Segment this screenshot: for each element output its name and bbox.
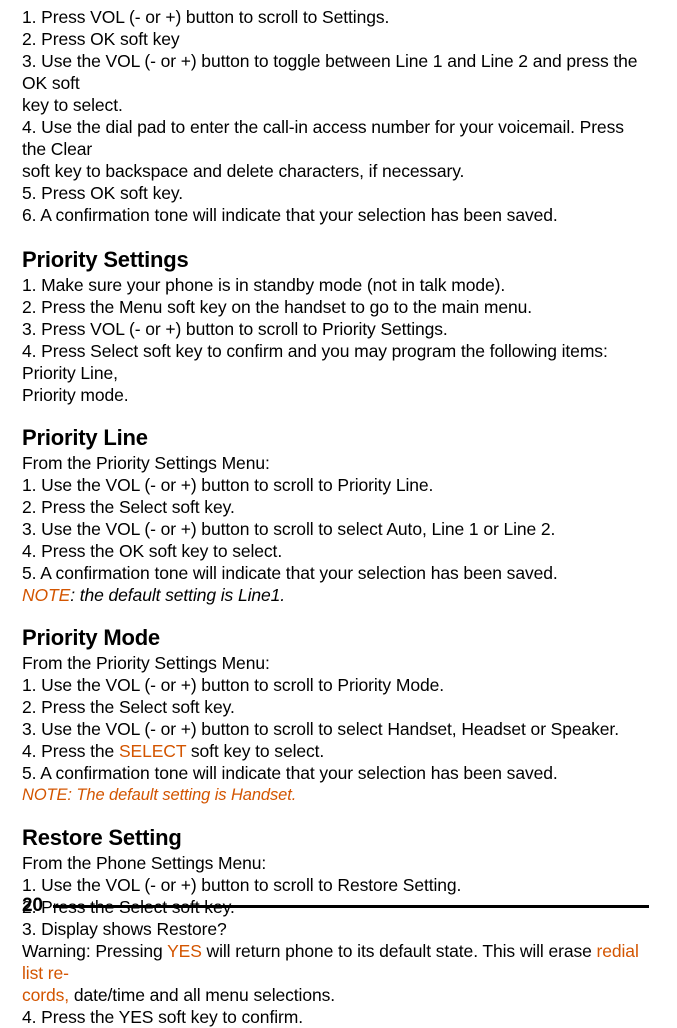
intro-step-3b: key to select. <box>22 94 649 116</box>
restore-step-3: 3. Display shows Restore? <box>22 918 649 940</box>
restore-step-4: 4. Press the YES soft key to confirm. <box>22 1006 649 1028</box>
priority-line-step-3: 3. Use the VOL (- or +) button to scroll… <box>22 518 649 540</box>
priority-line-step-4: 4. Press the OK soft key to select. <box>22 540 649 562</box>
restore-sub: From the Phone Settings Menu: <box>22 852 649 874</box>
page-footer: 20 <box>22 895 649 917</box>
heading-priority-settings: Priority Settings <box>22 246 649 274</box>
priority-settings-step-2: 2. Press the Menu soft key on the handse… <box>22 296 649 318</box>
intro-step-4a: 4. Use the dial pad to enter the call-in… <box>22 116 649 160</box>
priority-line-step-5: 5. A confirmation tone will indicate tha… <box>22 562 649 584</box>
priority-settings-step-4b: Priority mode. <box>22 384 649 406</box>
restore-step-1: 1. Use the VOL (- or +) button to scroll… <box>22 874 649 896</box>
heading-priority-mode: Priority Mode <box>22 624 649 652</box>
intro-step-3a: 3. Use the VOL (- or +) button to toggle… <box>22 50 649 94</box>
heading-priority-line: Priority Line <box>22 424 649 452</box>
priority-mode-sub: From the Priority Settings Menu: <box>22 652 649 674</box>
priority-line-note: NOTE: the default setting is Line1. <box>22 584 649 606</box>
intro-step-2: 2. Press OK soft key <box>22 28 649 50</box>
warn-part-f: date/time and all menu selections. <box>69 985 335 1005</box>
priority-mode-step-4: 4. Press the SELECT soft key to select. <box>22 740 649 762</box>
restore-warning-line1: Warning: Pressing YES will return phone … <box>22 940 649 984</box>
priority-line-step-2: 2. Press the Select soft key. <box>22 496 649 518</box>
step4-select-word: SELECT <box>119 741 186 761</box>
heading-restore-setting: Restore Setting <box>22 824 649 852</box>
note-label: NOTE <box>22 585 70 605</box>
intro-step-1: 1. Press VOL (- or +) button to scroll t… <box>22 6 649 28</box>
restore-warning-line2: cords, date/time and all menu selections… <box>22 984 649 1006</box>
priority-settings-step-4a: 4. Press Select soft key to confirm and … <box>22 340 649 384</box>
intro-step-6: 6. A confirmation tone will indicate tha… <box>22 204 649 226</box>
priority-settings-step-1: 1. Make sure your phone is in standby mo… <box>22 274 649 296</box>
note-text: : the default setting is Line1. <box>70 585 285 605</box>
step4-part-c: soft key to select. <box>186 741 324 761</box>
warn-yes-word: YES <box>167 941 202 961</box>
priority-mode-step-2: 2. Press the Select soft key. <box>22 696 649 718</box>
footer-rule <box>53 905 649 908</box>
intro-step-4b: soft key to backspace and delete charact… <box>22 160 649 182</box>
step4-part-a: 4. Press the <box>22 741 119 761</box>
priority-mode-note: NOTE: The default setting is Handset. <box>22 784 649 806</box>
intro-step-5: 5. Press OK soft key. <box>22 182 649 204</box>
priority-settings-step-3: 3. Press VOL (- or +) button to scroll t… <box>22 318 649 340</box>
warn-part-a: Warning: Pressing <box>22 941 167 961</box>
priority-line-sub: From the Priority Settings Menu: <box>22 452 649 474</box>
priority-mode-step-1: 1. Use the VOL (- or +) button to scroll… <box>22 674 649 696</box>
priority-line-step-1: 1. Use the VOL (- or +) button to scroll… <box>22 474 649 496</box>
priority-mode-step-5: 5. A confirmation tone will indicate tha… <box>22 762 649 784</box>
warn-part-c: will return phone to its default state. … <box>202 941 597 961</box>
warn-cords-word: cords, <box>22 985 69 1005</box>
document-page: 1. Press VOL (- or +) button to scroll t… <box>0 0 677 927</box>
priority-mode-step-3: 3. Use the VOL (- or +) button to scroll… <box>22 718 649 740</box>
page-number: 20 <box>22 895 43 917</box>
